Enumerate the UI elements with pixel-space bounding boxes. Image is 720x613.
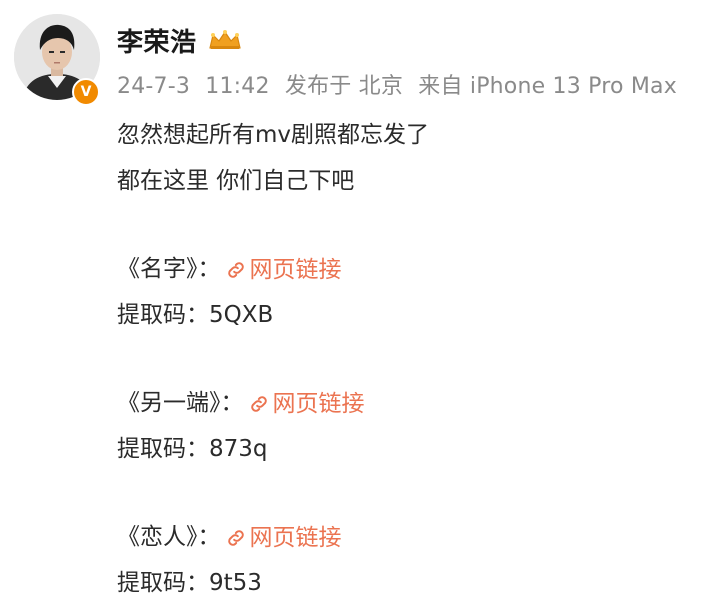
- web-link-label[interactable]: 网页链接: [250, 515, 342, 561]
- verified-badge-icon: V: [72, 78, 100, 106]
- web-link-label[interactable]: 网页链接: [250, 247, 342, 293]
- web-link[interactable]: 网页链接: [225, 515, 342, 561]
- web-link[interactable]: 网页链接: [248, 381, 365, 427]
- username[interactable]: 李荣浩: [117, 22, 197, 59]
- post-body: 忽然想起所有mv剧照都忘发了 都在这里 你们自己下吧 《名字》： 网页链接 提取码…: [117, 112, 707, 606]
- post-source: 来自 iPhone 13 Pro Max: [418, 74, 677, 99]
- post-text-line: 都在这里 你们自己下吧: [117, 168, 355, 194]
- post-time[interactable]: 11:42: [205, 74, 269, 99]
- link-icon: [227, 529, 244, 546]
- post-text-line: 忽然想起所有mv剧照都忘发了: [117, 122, 430, 148]
- extraction-code[interactable]: 873q: [209, 436, 268, 462]
- post-date[interactable]: 24-7-3: [117, 74, 190, 99]
- item-title-row: 《另一端》： 网页链接: [117, 380, 707, 426]
- crown-icon[interactable]: [207, 29, 243, 51]
- avatar-container[interactable]: V: [14, 14, 100, 106]
- link-icon: [250, 395, 267, 412]
- extraction-code-row: 提取码：5QXB: [117, 292, 707, 338]
- extraction-code-row: 提取码：873q: [117, 426, 707, 472]
- extraction-code[interactable]: 9t53: [209, 570, 262, 596]
- extraction-code-label: 提取码：: [117, 302, 209, 328]
- item-title: 《名字》：: [117, 256, 221, 282]
- username-row: 李荣浩: [117, 22, 243, 58]
- web-link[interactable]: 网页链接: [225, 247, 342, 293]
- extraction-code-label: 提取码：: [117, 570, 209, 596]
- verified-badge-label: V: [80, 84, 92, 100]
- extraction-code[interactable]: 5QXB: [209, 302, 273, 328]
- extraction-code-row: 提取码：9t53: [117, 560, 707, 606]
- post-location: 发布于 北京: [284, 74, 404, 99]
- extraction-code-label: 提取码：: [117, 436, 209, 462]
- link-icon: [227, 261, 244, 278]
- item-title-row: 《名字》： 网页链接: [117, 246, 707, 292]
- web-link-label[interactable]: 网页链接: [273, 381, 365, 427]
- item-title: 《恋人》：: [117, 524, 221, 550]
- post-meta: 24-7-3 11:42 发布于 北京 来自 iPhone 13 Pro Max: [117, 68, 685, 100]
- item-title: 《另一端》：: [117, 390, 244, 416]
- item-title-row: 《恋人》： 网页链接: [117, 514, 707, 560]
